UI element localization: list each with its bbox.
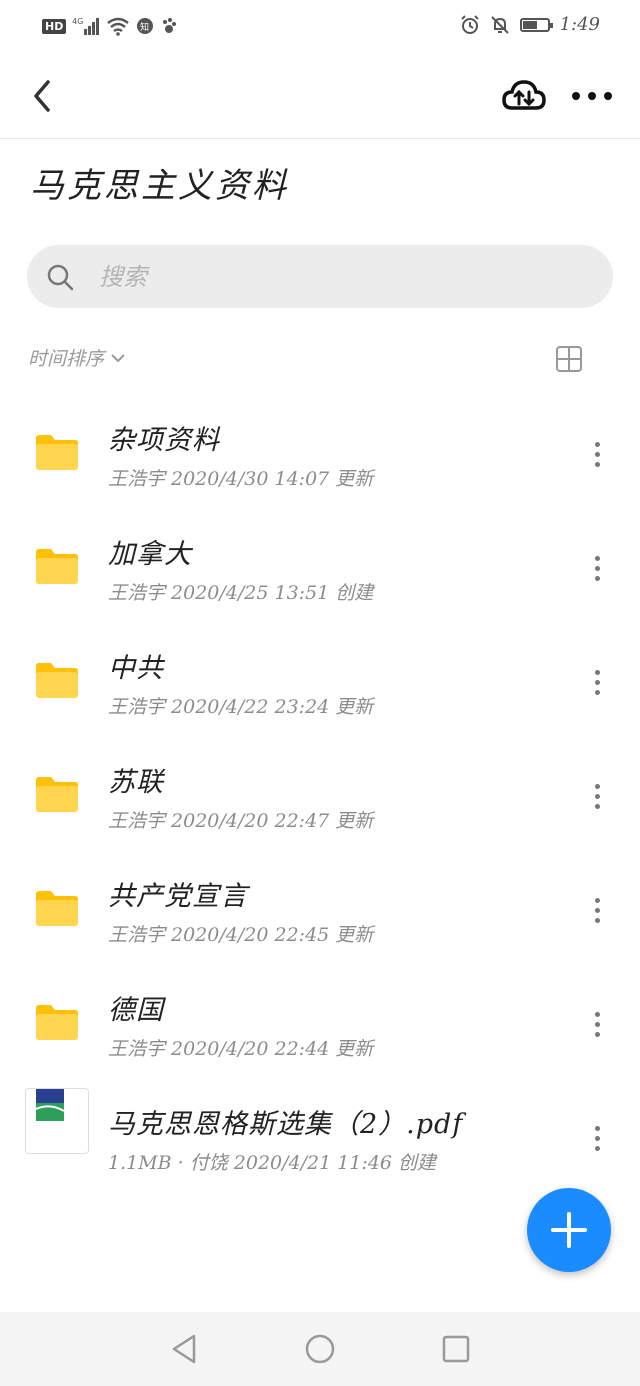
folder-row[interactable]: 德国王浩宇 2020/4/20 22:44 更新 (0, 950, 640, 1064)
item-name: 苏联 (108, 767, 164, 798)
dot (595, 576, 600, 581)
row-more-button[interactable] (584, 1008, 610, 1042)
grid-view-icon (556, 346, 582, 372)
chevron-left-icon (34, 80, 50, 112)
file-list: 杂项资料 王浩宇 2020/4/30 14:07 更新 加拿大 王浩宇 2020/4… (0, 380, 640, 1178)
folder-icon (36, 663, 78, 698)
cloud-transfer-button[interactable] (500, 74, 548, 118)
dot (595, 804, 600, 809)
folder-row[interactable]: 共产党宣言王浩宇 2020/4/20 22:45 更新 (0, 836, 640, 950)
item-name: 中共 (108, 653, 164, 684)
dot (595, 908, 600, 913)
more-horizontal-icon (572, 92, 612, 100)
row-more-button[interactable] (584, 780, 610, 814)
item-meta: 王浩宇 2020/4/20 22:44 更新 (108, 1038, 374, 1060)
file-row[interactable]: 马克思恩格斯选集（2）.pdf 1.1MB · 付饶 2020/4/21 11:4… (0, 1064, 640, 1178)
dot (595, 690, 600, 695)
dot (595, 566, 600, 571)
item-meta: 1.1MB · 付饶 2020/4/21 11:46 创建 (108, 1152, 437, 1174)
dot (595, 442, 600, 447)
item-meta: 王浩宇 2020/4/20 22:45 更新 (108, 924, 374, 946)
dot (595, 918, 600, 923)
page-title: 马克思主义资料 (30, 166, 289, 206)
row-more-button[interactable] (584, 666, 610, 700)
item-name: 加拿大 (108, 539, 192, 570)
clock: 1:49 (559, 14, 600, 35)
grid-view-button[interactable] (553, 343, 585, 375)
folder-icon (36, 777, 78, 812)
dot (595, 462, 600, 467)
navigation-bar (0, 1312, 640, 1386)
item-name: 杂项资料 (108, 425, 220, 456)
folder-icon (36, 549, 78, 584)
folder-icon (36, 435, 78, 470)
search-bar[interactable] (27, 245, 613, 308)
battery-icon (519, 17, 553, 32)
item-meta: 王浩宇 2020/4/30 14:07 更新 (108, 468, 374, 490)
zhihu-icon: 知 (137, 18, 154, 34)
nav-home-icon[interactable] (303, 1332, 337, 1366)
svg-text:4G: 4G (72, 17, 83, 26)
folder-row[interactable]: 苏联王浩宇 2020/4/20 22:47 更新 (0, 722, 640, 836)
chevron-down-icon (111, 353, 125, 362)
item-name: 德国 (108, 995, 164, 1026)
folder-row[interactable]: 加拿大王浩宇 2020/4/25 13:51 创建 (0, 494, 640, 608)
item-name: 共产党宣言 (108, 881, 248, 912)
cloud-transfer-icon (502, 80, 546, 110)
pdf-cover-icon (35, 1089, 65, 1121)
item-meta: 王浩宇 2020/4/20 22:47 更新 (108, 810, 374, 832)
dot (595, 1146, 600, 1151)
dot (595, 1012, 600, 1017)
folder-icon (36, 891, 78, 926)
dot (595, 1032, 600, 1037)
dot (595, 794, 600, 799)
add-button[interactable] (527, 1188, 611, 1272)
signal-icon: 4G (72, 17, 100, 35)
sort-label: 时间排序 (28, 348, 105, 370)
sort-dropdown[interactable]: 时间排序 (28, 344, 126, 371)
row-more-button[interactable] (584, 894, 610, 928)
item-meta: 王浩宇 2020/4/25 13:51 创建 (108, 582, 374, 604)
dot (595, 556, 600, 561)
folder-icon (36, 1005, 78, 1040)
dot (595, 1022, 600, 1027)
svg-text:知: 知 (140, 21, 149, 33)
row-more-button[interactable] (584, 438, 610, 472)
dot (595, 680, 600, 685)
dot (595, 452, 600, 457)
dot (595, 1136, 600, 1141)
more-options-button[interactable] (568, 78, 616, 114)
top-bar (0, 54, 640, 139)
plus-icon (551, 1212, 587, 1248)
item-meta: 王浩宇 2020/4/22 23:24 更新 (108, 696, 374, 718)
row-more-button[interactable] (584, 1122, 610, 1156)
nav-recents-icon[interactable] (440, 1333, 472, 1365)
dot (595, 1126, 600, 1131)
pdf-thumbnail (25, 1088, 89, 1154)
alarm-icon (460, 14, 479, 34)
dot (595, 670, 600, 675)
paw-icon (163, 18, 177, 33)
nav-back-icon[interactable] (168, 1332, 200, 1366)
folder-row[interactable]: 中共王浩宇 2020/4/22 23:24 更新 (0, 608, 640, 722)
folder-row[interactable]: 杂项资料王浩宇 2020/4/30 14:07 更新 (0, 380, 640, 494)
dot (595, 784, 600, 789)
hd-badge: HD (42, 18, 67, 34)
dot (595, 898, 600, 903)
item-name: 马克思恩格斯选集（2）.pdf (108, 1109, 464, 1140)
wifi-icon (107, 17, 130, 36)
back-button[interactable] (24, 74, 64, 118)
search-input[interactable] (97, 255, 581, 299)
row-more-button[interactable] (584, 552, 610, 586)
status-bar: HD 4G 知 1:49 (0, 0, 640, 54)
search-icon (47, 264, 74, 291)
mute-bell-icon (490, 15, 509, 34)
